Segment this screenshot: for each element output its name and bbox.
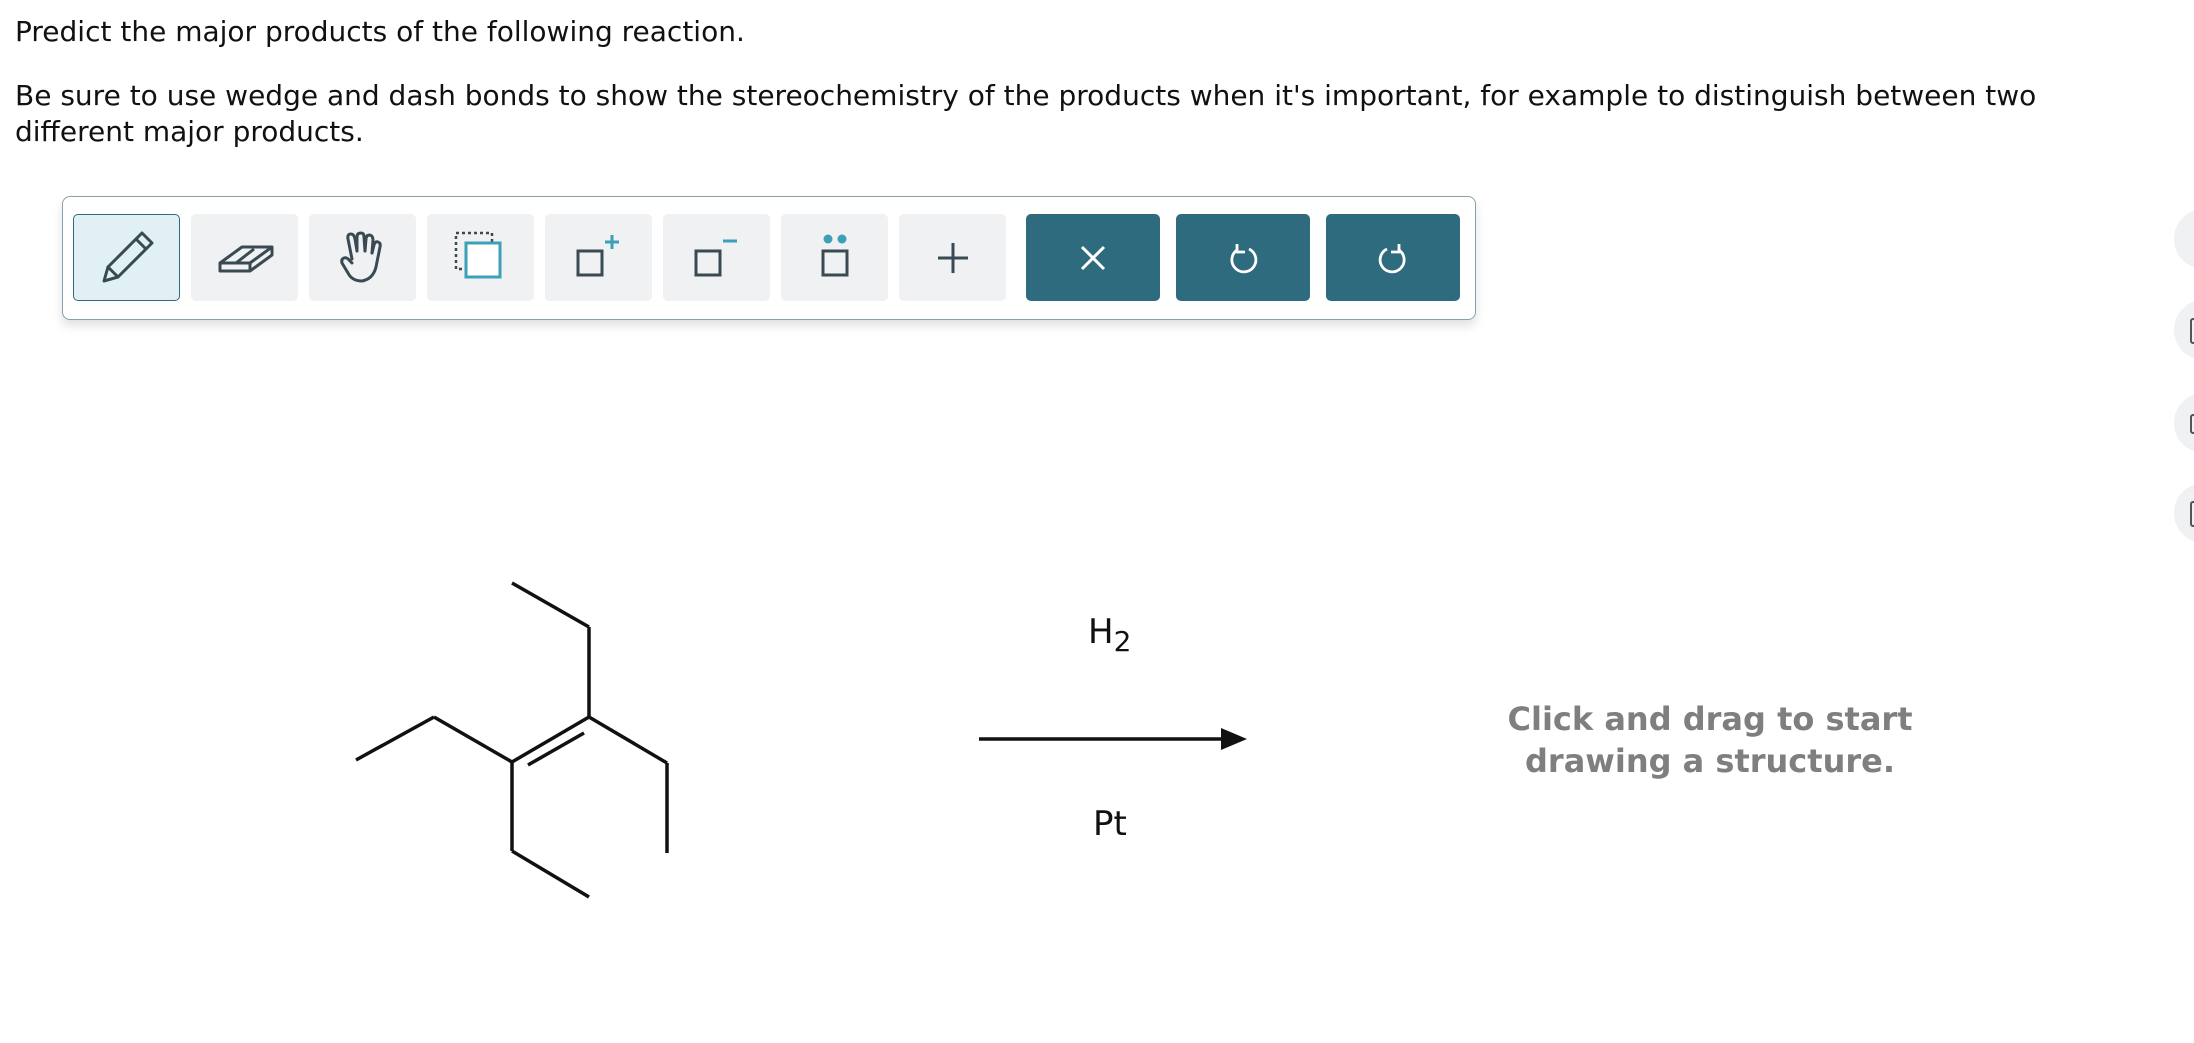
- redo-button[interactable]: [1326, 214, 1460, 301]
- reagent-main: H: [1088, 612, 1114, 652]
- close-icon: [1080, 245, 1106, 270]
- lone-pair-icon: [821, 234, 848, 276]
- reactant-molecule: [355, 581, 669, 899]
- reagent-subscript: 2: [1113, 625, 1132, 658]
- side-panel-button[interactable]: [2174, 209, 2194, 269]
- eraser-tool-button[interactable]: [191, 214, 298, 301]
- catalyst-label: Pt: [1093, 804, 1127, 844]
- side-panel-icon: [2190, 318, 2194, 344]
- plus-icon: [937, 242, 968, 273]
- eraser-icon: [218, 245, 273, 272]
- side-panel-icon: [2190, 414, 2194, 434]
- pencil-icon: [102, 231, 153, 282]
- redo-icon: [1378, 243, 1406, 273]
- increase-charge-icon: [576, 234, 619, 276]
- undo-icon: [1230, 243, 1258, 273]
- increase-charge-button[interactable]: [545, 214, 652, 301]
- reaction-arrow: [979, 728, 1247, 750]
- undo-button[interactable]: [1176, 214, 1310, 301]
- pencil-tool-button[interactable]: [73, 214, 180, 301]
- add-plus-button[interactable]: [899, 214, 1006, 301]
- drawing-toolbar: [62, 196, 1476, 320]
- select-box-icon: [454, 231, 501, 278]
- side-panel-icon: [2190, 501, 2194, 527]
- reagent-label: H2: [1088, 612, 1131, 658]
- decrease-charge-icon: [694, 239, 737, 276]
- clear-button[interactable]: [1026, 214, 1160, 301]
- canvas-hint: Click and drag to start drawing a struct…: [1507, 700, 1913, 780]
- hand-tool-button[interactable]: [309, 214, 416, 301]
- side-panel-button[interactable]: [2174, 393, 2194, 453]
- side-panel-button[interactable]: [2174, 483, 2194, 543]
- hand-icon: [339, 231, 382, 282]
- question-text: Predict the major products of the follow…: [15, 15, 745, 48]
- select-box-tool-button[interactable]: [427, 214, 534, 301]
- instruction-text: Be sure to use wedge and dash bonds to s…: [15, 79, 2037, 148]
- lone-pair-button[interactable]: [781, 214, 888, 301]
- side-panel-button[interactable]: [2174, 300, 2194, 360]
- decrease-charge-button[interactable]: [663, 214, 770, 301]
